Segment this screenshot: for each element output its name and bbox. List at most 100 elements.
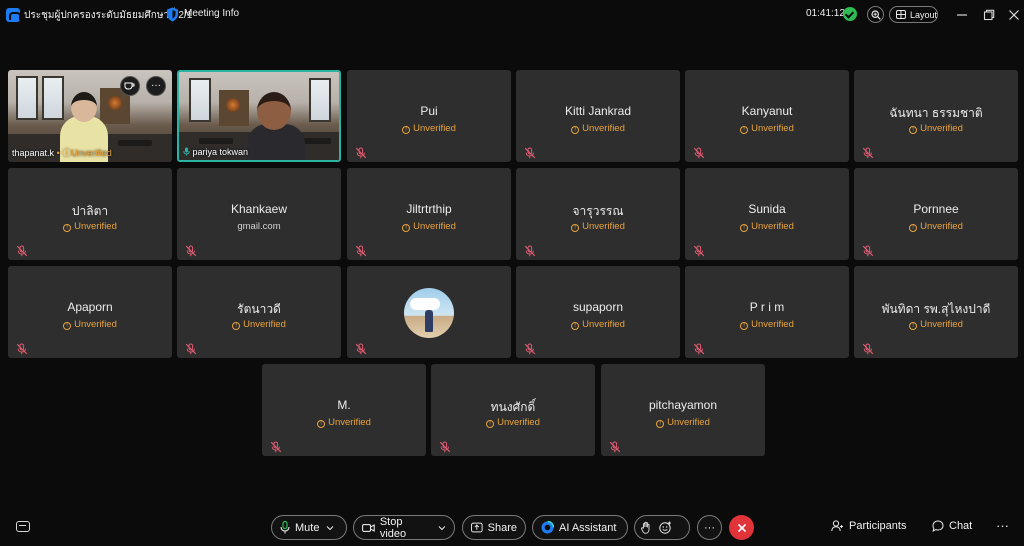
warning-icon: !	[63, 224, 72, 232]
muted-mic-icon	[693, 244, 705, 257]
muted-mic-icon	[693, 146, 705, 159]
status-label: Unverified	[751, 319, 794, 330]
ai-assistant-button[interactable]: AI Assistant	[532, 515, 628, 540]
participant-name: Kanyanut	[741, 104, 793, 118]
unverified-badge: ! Unverified	[516, 319, 680, 330]
status-label: Unverified	[582, 319, 625, 330]
participant-tile[interactable]: M.! Unverified	[262, 364, 426, 456]
muted-mic-icon	[16, 342, 28, 355]
muted-mic-icon	[355, 244, 367, 257]
warning-icon: !	[486, 420, 495, 428]
status-label: Unverified	[243, 319, 286, 330]
reactions-emoji-icon[interactable]	[659, 521, 672, 534]
close-icon[interactable]	[1008, 9, 1020, 21]
muted-mic-icon	[16, 244, 28, 257]
background-art	[226, 98, 240, 112]
background-table	[199, 138, 233, 144]
participant-tile[interactable]: ปาลิตา ! Unverified	[8, 168, 172, 260]
layout-button[interactable]: Layout	[889, 6, 938, 23]
stop-video-button[interactable]: Stop video	[353, 515, 455, 540]
raise-hand-icon[interactable]	[641, 521, 651, 534]
participants-button[interactable]: Participants	[831, 520, 906, 532]
unverified-badge: ! Unverified	[8, 221, 172, 232]
more-options-button[interactable]: ···	[697, 515, 722, 540]
layout-label: Layout	[909, 9, 937, 20]
chat-bubble-icon	[932, 520, 944, 532]
warning-icon: !	[232, 322, 241, 330]
participant-tile[interactable]: Sunida! Unverified	[685, 168, 849, 260]
warning-icon: !	[909, 126, 918, 134]
muted-mic-icon	[439, 440, 451, 453]
warning-icon: !	[571, 224, 580, 232]
speaking-mic-icon	[183, 147, 190, 156]
participant-tile[interactable]: Apaporn! Unverified	[8, 266, 172, 358]
restore-icon[interactable]	[983, 9, 995, 21]
unverified-badge: ! Unverified	[685, 123, 849, 134]
ai-assistant-icon	[541, 521, 554, 534]
video-tile-thapanat[interactable]: ··· thapanat.k • ⓘUnverified	[8, 70, 172, 162]
tile-more-button[interactable]: ···	[146, 76, 166, 96]
participant-tile[interactable]	[347, 266, 511, 358]
participant-tile[interactable]: พันทิดา รพ.สุไหงปาดี! Unverified	[854, 266, 1018, 358]
leave-meeting-button[interactable]	[729, 515, 754, 540]
microphone-icon	[280, 521, 290, 534]
participant-tile[interactable]: Jiltrtrthip! Unverified	[347, 168, 511, 260]
title-bar: ประชุมผู้ปกครองระดับมัธยมศึกษาที่ 2/1 Me…	[0, 0, 1024, 30]
participant-tile[interactable]: Pornnee! Unverified	[854, 168, 1018, 260]
participants-label: Participants	[849, 520, 907, 532]
participant-name: ทนงศักดิ์	[490, 400, 536, 414]
background-table	[118, 140, 152, 146]
more-panels-button[interactable]: ···	[996, 518, 1009, 533]
gestures-group	[634, 515, 690, 540]
background-window	[309, 78, 331, 122]
participants-icon	[831, 520, 843, 532]
close-icon	[737, 523, 746, 532]
participant-name: Khankaew	[230, 202, 288, 216]
chevron-down-icon[interactable]	[326, 525, 334, 531]
muted-mic-icon	[270, 440, 282, 453]
participant-tile[interactable]: Kanyanut ! Unverified	[685, 70, 849, 162]
warning-icon: !	[909, 322, 918, 330]
status-label: Unverified	[920, 123, 963, 134]
warning-icon: !	[740, 224, 749, 232]
participant-tile[interactable]: pitchayamon! Unverified	[601, 364, 765, 456]
share-screen-icon	[471, 522, 483, 533]
participant-name: Pornnee	[913, 202, 959, 216]
participant-tile[interactable]: Pui! Unverified	[347, 70, 511, 162]
muted-mic-icon	[185, 244, 197, 257]
mute-button[interactable]: Mute	[271, 515, 347, 540]
unverified-badge: • ⓘUnverified	[56, 148, 112, 158]
chevron-down-icon[interactable]	[438, 525, 446, 531]
participant-tile[interactable]: supaporn! Unverified	[516, 266, 680, 358]
video-tile-pariya[interactable]: pariya tokwan	[177, 70, 341, 162]
participant-tile[interactable]: P r i m! Unverified	[685, 266, 849, 358]
connection-status-icon[interactable]	[843, 7, 857, 21]
muted-mic-icon	[355, 146, 367, 159]
captions-icon[interactable]	[16, 521, 30, 532]
background-window	[189, 78, 211, 122]
participant-tile[interactable]: ฉันทนา ธรรมชาติ! Unverified	[854, 70, 1018, 162]
participant-tile[interactable]: Khankaew gmail.com	[177, 168, 341, 260]
participant-tile[interactable]: รัตนาวดี! Unverified	[177, 266, 341, 358]
participant-name: ปาลิตา	[71, 204, 109, 218]
participant-name: พันทิดา รพ.สุไหงปาดี	[881, 302, 991, 316]
muted-mic-icon	[693, 342, 705, 355]
warning-icon: !	[740, 322, 749, 330]
meeting-info-button[interactable]: Meeting Info	[184, 8, 239, 19]
muted-mic-icon	[862, 146, 874, 159]
participant-tile[interactable]: จารุวรรณ! Unverified	[516, 168, 680, 260]
participant-tile[interactable]: ทนงศักดิ์! Unverified	[431, 364, 595, 456]
reaction-button[interactable]	[120, 76, 140, 96]
chat-button[interactable]: Chat	[932, 520, 972, 532]
participant-name: จารุวรรณ	[572, 204, 624, 218]
status-label: Unverified	[920, 221, 963, 232]
participant-tile[interactable]: Kitti Jankrad! Unverified	[516, 70, 680, 162]
participant-head	[71, 92, 97, 122]
zoom-button[interactable]	[867, 6, 884, 23]
unverified-badge: ! Unverified	[601, 417, 765, 428]
warning-icon: !	[656, 420, 665, 428]
share-button[interactable]: Share	[462, 515, 526, 540]
teacup-icon	[124, 82, 135, 90]
shield-icon[interactable]	[166, 7, 179, 22]
minimize-icon[interactable]	[956, 9, 968, 21]
